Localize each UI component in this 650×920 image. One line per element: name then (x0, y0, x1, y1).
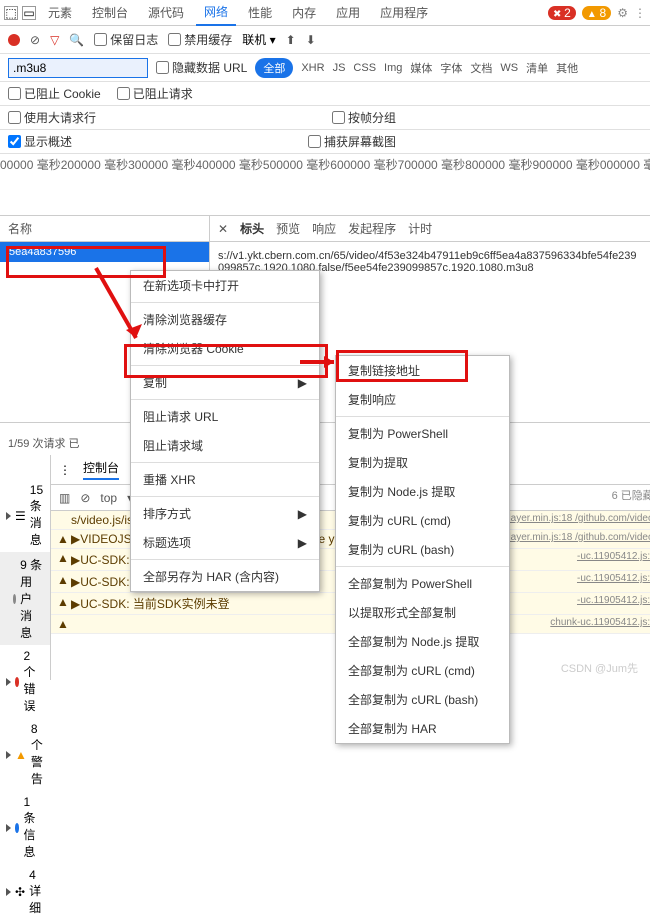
copy-fetch[interactable]: 复制为提取 (336, 448, 509, 477)
throttle-select[interactable]: 联机 ▾ (242, 31, 275, 48)
copy-nodejs[interactable]: 复制为 Node.js 提取 (336, 477, 509, 506)
clear-button[interactable]: ⊘ (30, 33, 40, 47)
copy-link-address[interactable]: 复制链接地址 (336, 356, 509, 385)
filter-xhr[interactable]: XHR (301, 62, 324, 74)
filter-ws[interactable]: WS (500, 62, 518, 74)
request-summary: 1/59 次请求 已 (8, 435, 80, 451)
filter-doc[interactable]: 文档 (470, 60, 492, 76)
context-menu: 在新选项卡中打开 清除浏览器缓存 清除浏览器 Cookie 复制▶ 阻止请求 U… (130, 270, 320, 592)
sidebar-user[interactable]: 9 条用户消息 (0, 552, 50, 645)
filter-other[interactable]: 其他 (556, 60, 578, 76)
close-details-button[interactable]: ✕ (218, 222, 228, 236)
tab-sources[interactable]: 源代码 (140, 0, 192, 25)
name-column-header[interactable]: 名称 (0, 216, 209, 242)
hide-data-url-checkbox[interactable]: 隐藏数据 URL (156, 59, 247, 76)
sidebar-warnings[interactable]: ▲8 个警告 (0, 718, 50, 791)
copy-all-nodejs[interactable]: 全部复制为 Node.js 提取 (336, 627, 509, 656)
network-timeline[interactable]: 00000 毫秒200000 毫秒300000 毫秒400000 毫秒50000… (0, 154, 650, 216)
ctx-headers[interactable]: 标题选项▶ (131, 528, 319, 557)
ctx-replay-xhr[interactable]: 重播 XHR (131, 465, 319, 494)
console-sidebar: ☰15 条消息 9 条用户消息 2 个错误 ▲8 个警告 1 条信息 ✣4 详细 (0, 455, 51, 680)
ctx-clear-cache[interactable]: 清除浏览器缓存 (131, 305, 319, 334)
copy-all-powershell[interactable]: 全部复制为 PowerShell (336, 569, 509, 598)
tab-response[interactable]: 响应 (312, 220, 336, 237)
inspector-icon[interactable]: ⬚ (4, 6, 18, 20)
ctx-open-new-tab[interactable]: 在新选项卡中打开 (131, 271, 319, 300)
selected-request-row[interactable]: f5ea4a837596 (0, 242, 209, 262)
copy-powershell[interactable]: 复制为 PowerShell (336, 419, 509, 448)
tab-timing[interactable]: 计时 (408, 220, 432, 237)
copy-curl-bash[interactable]: 复制为 cURL (bash) (336, 535, 509, 564)
copy-all-curl-cmd[interactable]: 全部复制为 cURL (cmd) (336, 656, 509, 685)
chevron-right-icon: ▶ (298, 507, 307, 521)
copy-curl-cmd[interactable]: 复制为 cURL (cmd) (336, 506, 509, 535)
ctx-block-url[interactable]: 阻止请求 URL (131, 402, 319, 431)
error-count-badge[interactable]: ✖ 2 (548, 6, 576, 20)
context-select[interactable]: top (100, 491, 117, 505)
tab-network[interactable]: 网络 (196, 0, 236, 26)
tab-app[interactable]: 应用程序 (372, 0, 436, 25)
chevron-right-icon: ▶ (298, 536, 307, 550)
sidebar-errors[interactable]: 2 个错误 (0, 645, 50, 718)
tab-initiator[interactable]: 发起程序 (348, 220, 396, 237)
filter-all[interactable]: 全部 (255, 58, 293, 78)
copy-all-curl-bash[interactable]: 全部复制为 cURL (bash) (336, 685, 509, 714)
chevron-right-icon: ▶ (298, 376, 307, 390)
ctx-copy[interactable]: 复制▶ (131, 368, 319, 397)
sidebar-info[interactable]: 1 条信息 (0, 791, 50, 864)
watermark: CSDN @Jum先 (561, 660, 638, 676)
sidebar-toggle-icon[interactable]: ▥ (59, 491, 70, 505)
ctx-clear-cookies[interactable]: 清除浏览器 Cookie (131, 334, 319, 363)
copy-all-fetch[interactable]: 以提取形式全部复制 (336, 598, 509, 627)
tab-preview[interactable]: 预览 (276, 220, 300, 237)
capture-checkbox[interactable]: 捕获屏幕截图 (308, 133, 396, 150)
preserve-log-checkbox[interactable]: 保留日志 (94, 31, 158, 48)
tab-performance[interactable]: 性能 (240, 0, 280, 25)
record-button[interactable] (8, 34, 20, 46)
drawer-more-icon[interactable]: ⋮ (59, 463, 71, 477)
filter-css[interactable]: CSS (353, 62, 376, 74)
sidebar-messages[interactable]: ☰15 条消息 (0, 479, 50, 552)
filter-input[interactable] (8, 58, 148, 78)
tab-console2[interactable]: 控制台 (83, 459, 119, 480)
filter-manifest[interactable]: 清单 (526, 60, 548, 76)
copy-all-har[interactable]: 全部复制为 HAR (336, 714, 509, 743)
filter-js[interactable]: JS (333, 62, 346, 74)
filter-media[interactable]: 媒体 (410, 60, 432, 76)
tab-elements[interactable]: 元素 (40, 0, 80, 25)
copy-submenu: 复制链接地址 复制响应 复制为 PowerShell 复制为提取 复制为 Nod… (335, 355, 510, 744)
tab-console[interactable]: 控制台 (84, 0, 136, 25)
group-checkbox[interactable]: 按帧分组 (332, 109, 396, 126)
ctx-sort[interactable]: 排序方式▶ (131, 499, 319, 528)
disable-cache-checkbox[interactable]: 禁用缓存 (168, 31, 232, 48)
sidebar-verbose[interactable]: ✣4 详细 (0, 864, 50, 920)
tab-memory[interactable]: 内存 (284, 0, 324, 25)
filter-icon[interactable]: ▽ (50, 33, 59, 47)
ctx-save-har[interactable]: 全部另存为 HAR (含内容) (131, 562, 319, 591)
search-icon[interactable]: 🔍 (69, 33, 84, 47)
tab-application[interactable]: 应用 (328, 0, 368, 25)
upload-icon[interactable]: ⬆ (286, 33, 296, 47)
settings-icon[interactable]: ⚙ (617, 6, 628, 20)
overview-checkbox[interactable]: 显示概述 (8, 133, 72, 150)
filter-img[interactable]: Img (384, 62, 402, 74)
tab-headers[interactable]: 标头 (240, 220, 264, 237)
more-icon[interactable]: ⋮ (634, 6, 646, 20)
blocked-requests-checkbox[interactable]: 已阻止请求 (117, 85, 193, 102)
copy-response[interactable]: 复制响应 (336, 385, 509, 414)
big-rows-checkbox[interactable]: 使用大请求行 (8, 109, 96, 126)
blocked-cookies-checkbox[interactable]: 已阻止 Cookie (8, 85, 101, 102)
ctx-block-domain[interactable]: 阻止请求域 (131, 431, 319, 460)
warn-count-badge[interactable]: ▲ 8 (582, 6, 611, 20)
hidden-count: 6 已隐藏 (612, 487, 650, 503)
filter-font[interactable]: 字体 (440, 60, 462, 76)
clear-console-icon[interactable]: ⊘ (80, 491, 90, 505)
download-icon[interactable]: ⬇ (306, 33, 316, 47)
device-icon[interactable]: ▭ (22, 6, 36, 20)
